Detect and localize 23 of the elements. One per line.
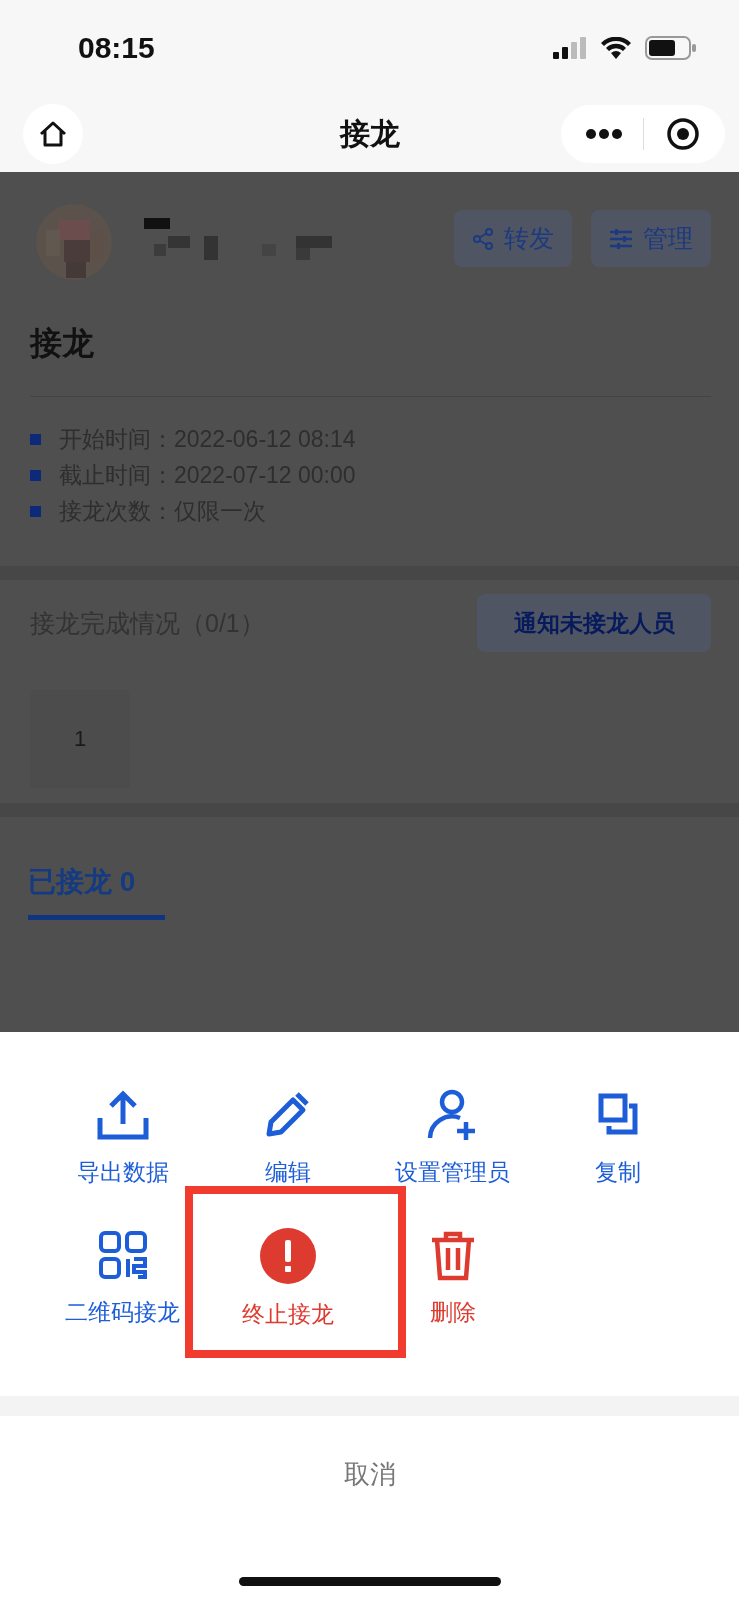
post-title: 接龙: [30, 324, 94, 363]
edit-action[interactable]: 编辑: [260, 1088, 315, 1188]
sliders-icon: [609, 227, 633, 250]
signal-icon: [553, 37, 587, 59]
bullet-icon: [30, 433, 41, 445]
page-title: 接龙: [338, 115, 401, 152]
warning-icon: [259, 1228, 316, 1284]
bullet-icon: [30, 505, 41, 517]
battery-icon: [645, 36, 697, 60]
bullet-icon: [30, 469, 41, 481]
more-icon[interactable]: [585, 129, 622, 139]
wifi-icon: [601, 37, 631, 59]
status-time: 08:15: [78, 31, 155, 65]
qrcode-action[interactable]: 二维码接龙: [65, 1228, 180, 1330]
export-action[interactable]: 导出数据: [76, 1088, 169, 1188]
upload-icon: [95, 1088, 150, 1142]
cancel-button[interactable]: 取消: [337, 1456, 402, 1493]
stop-action[interactable]: 终止接龙: [241, 1228, 334, 1330]
copy-action[interactable]: 复制: [590, 1088, 645, 1188]
add-admin-action[interactable]: 设置管理员: [395, 1088, 510, 1188]
close-target-icon[interactable]: [666, 117, 701, 151]
delete-action[interactable]: 删除: [425, 1228, 480, 1330]
share-icon: [472, 227, 494, 250]
